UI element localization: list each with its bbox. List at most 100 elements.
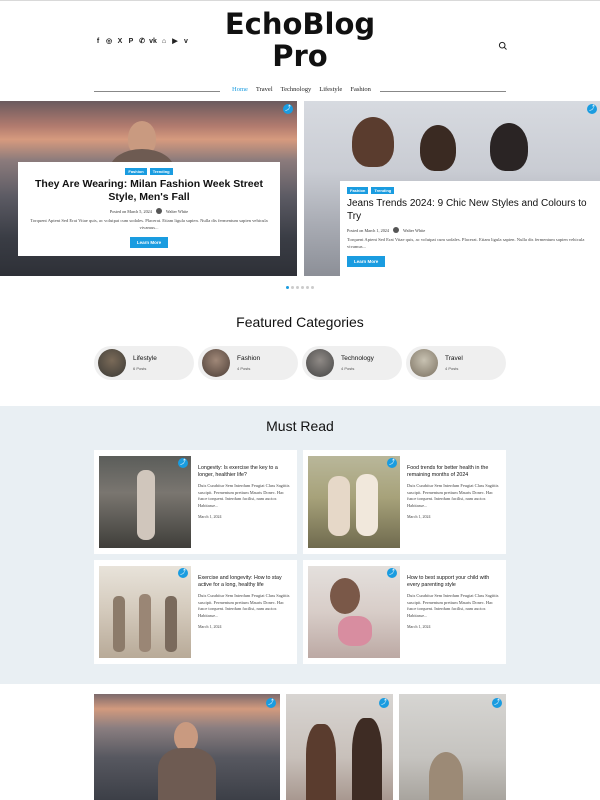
share-icon[interactable]: ⤴ [178,568,188,578]
slide-2-card: Fashion Trending Jeans Trends 2024: 9 Ch… [340,181,600,276]
slider-dot[interactable] [301,286,304,289]
search-icon[interactable] [498,38,508,50]
category-name: Technology [341,355,374,362]
tag-fashion[interactable]: Fashion [347,187,369,194]
social-links: f ◎ X P ✆ vk ⌂ ▶ v [94,38,190,46]
slider-dot[interactable] [296,286,299,289]
slide-2[interactable]: ⤴ Fashion Trending Jeans Trends 2024: 9 … [304,101,600,276]
post-excerpt: Duis Curabitur Sem Interdum Feugiat Clas… [407,593,499,618]
tag-trending[interactable]: Trending [149,168,173,175]
slide-1-title[interactable]: They Are Wearing: Milan Fashion Week Str… [28,178,270,204]
post-thumbnail[interactable] [99,456,191,548]
category-name: Lifestyle [133,355,157,362]
post-thumbnail[interactable] [308,456,400,548]
youtube-icon[interactable]: ▶ [171,38,179,46]
share-icon[interactable]: ⤴ [587,104,597,114]
category-name: Travel [445,355,463,362]
author-avatar [393,227,399,233]
nav-item-travel[interactable]: Travel [256,86,273,93]
vimeo-icon[interactable]: v [182,38,190,46]
learn-more-button[interactable]: Learn More [347,256,386,267]
share-icon[interactable]: ⤴ [387,568,397,578]
share-icon[interactable]: ⤴ [379,698,389,708]
nav-item-technology[interactable]: Technology [281,86,312,93]
post-title[interactable]: Food trends for better health in the rem… [407,465,502,479]
nav-divider-right [380,91,506,92]
post-title[interactable]: Exercise and longevity: How to stay acti… [198,575,293,589]
category-count: 4 Posts [237,366,251,371]
slide-1[interactable]: ⤴ Fashion Trending They Are Wearing: Mil… [0,101,297,276]
tag-fashion[interactable]: Fashion [125,168,147,175]
slide-1-excerpt: Torquent Aptent Sed Erat Vitae quis, ac … [30,218,268,230]
bottom-post-2[interactable]: ⤴ [286,694,393,800]
slide-1-meta: Posted on March 5, 2024 Walter White [28,208,270,214]
category-thumbnail [410,349,438,377]
site-logo[interactable]: EchoBlog Pro [200,8,400,72]
must-read-title: Must Read [266,418,334,434]
learn-more-button[interactable]: Learn More [129,237,169,248]
post-excerpt: Duis Curabitur Sem Interdum Feugiat Clas… [198,593,290,618]
facebook-icon[interactable]: f [94,38,102,46]
nav-items: Home Travel Technology Lifestyle Fashion [232,86,371,93]
post-thumbnail[interactable] [99,566,191,658]
nav-item-lifestyle[interactable]: Lifestyle [319,86,342,93]
slide-2-figure-1 [352,117,394,167]
post-title[interactable]: How to best support your child with ever… [407,575,502,589]
logo-line-2: Pro [272,39,328,73]
category-count: 6 Posts [133,366,147,371]
featured-categories-title: Featured Categories [236,314,364,330]
author-name[interactable]: Walter White [403,228,425,233]
category-fashion[interactable]: Fashion 4 Posts [198,346,298,380]
post-date: March 1, 2024 [407,514,431,519]
slider-dot[interactable] [311,286,314,289]
nav-item-home[interactable]: Home [232,86,248,93]
must-read-card[interactable]: ⤴ Exercise and longevity: How to stay ac… [94,560,297,664]
nav-item-fashion[interactable]: Fashion [350,86,371,93]
post-date: March 1, 2024 [198,514,222,519]
bottom-post-3[interactable]: ⤴ [399,694,506,800]
slider-dot[interactable] [291,286,294,289]
tag-trending[interactable]: Trending [371,187,395,194]
share-icon[interactable]: ⤴ [283,104,293,114]
slide-1-tags: Fashion Trending [28,168,270,175]
author-avatar [155,208,162,214]
category-thumbnail [202,349,230,377]
share-icon[interactable]: ⤴ [492,698,502,708]
share-icon[interactable]: ⤴ [387,458,397,468]
main-nav: Home Travel Technology Lifestyle Fashion [94,86,506,96]
slide-2-tags: Fashion Trending [347,187,593,194]
twitch-icon[interactable]: ⌂ [160,38,168,46]
share-icon[interactable]: ⤴ [266,698,276,708]
post-date: March 1, 2024 [407,624,431,629]
category-lifestyle[interactable]: Lifestyle 6 Posts [94,346,194,380]
slider-dot[interactable] [306,286,309,289]
nav-divider-left [94,91,220,92]
bottom-post-1[interactable]: ⤴ [94,694,280,800]
slide-2-title[interactable]: Jeans Trends 2024: 9 Chic New Styles and… [347,197,593,223]
category-technology[interactable]: Technology 4 Posts [302,346,402,380]
must-read-section: Must Read ⤴ Longevity: Is exercise the k… [0,406,600,684]
category-travel[interactable]: Travel 4 Posts [406,346,506,380]
slider-dot[interactable] [286,286,289,289]
post-body: Exercise and longevity: How to stay acti… [198,575,293,629]
post-title[interactable]: Longevity: Is exercise the key to a long… [198,465,293,479]
share-icon[interactable]: ⤴ [178,458,188,468]
hero-slider: ⤴ Fashion Trending They Are Wearing: Mil… [0,101,600,276]
instagram-icon[interactable]: ◎ [105,38,113,46]
pinterest-icon[interactable]: P [127,38,135,46]
post-excerpt: Duis Curabitur Sem Interdum Feugiat Clas… [198,483,290,508]
author-name[interactable]: Walter White [166,209,188,214]
x-icon[interactable]: X [116,38,124,46]
category-thumbnail [98,349,126,377]
category-thumbnail [306,349,334,377]
must-read-card[interactable]: ⤴ How to best support your child with ev… [303,560,506,664]
must-read-card[interactable]: ⤴ Food trends for better health in the r… [303,450,506,554]
post-thumbnail[interactable] [308,566,400,658]
post-excerpt: Duis Curabitur Sem Interdum Feugiat Clas… [407,483,499,508]
slide-2-excerpt: Torquent Aptent Sed Erat Vitae quis, ac … [347,237,585,249]
post-body: How to best support your child with ever… [407,575,502,629]
must-read-card[interactable]: ⤴ Longevity: Is exercise the key to a lo… [94,450,297,554]
whatsapp-icon[interactable]: ✆ [138,38,146,46]
post-date: March 1, 2024 [198,624,222,629]
vk-icon[interactable]: vk [149,38,157,46]
